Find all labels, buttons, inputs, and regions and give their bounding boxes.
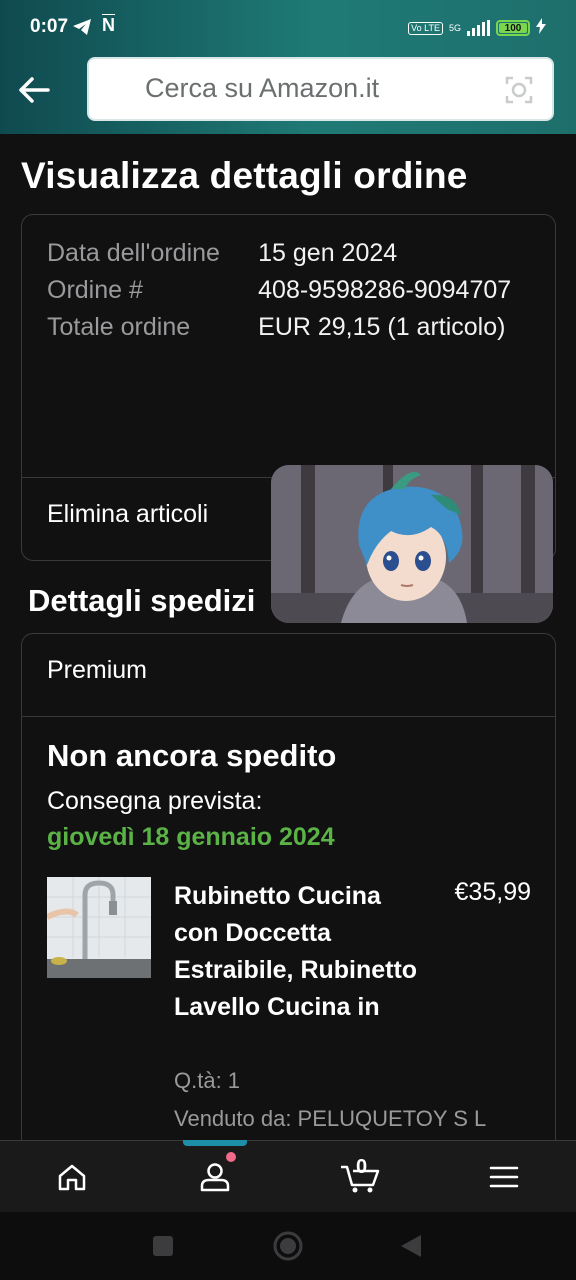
app-header: 0:07 N Vo LTE 5G 100 Cerca su Amazon.it <box>0 0 576 134</box>
divider <box>22 716 555 717</box>
delete-items-link[interactable]: Elimina articoli <box>47 500 208 529</box>
bottom-navigation <box>0 1140 576 1212</box>
order-date-label: Data dell'ordine <box>47 239 220 267</box>
recent-apps-icon[interactable] <box>152 1235 174 1261</box>
delivery-date: giovedì 18 gennaio 2024 <box>47 823 335 851</box>
network-type: 5G <box>448 22 461 33</box>
delivery-label: Consegna prevista: <box>47 787 263 815</box>
status-icons: Vo LTE 5G 100 <box>408 18 546 38</box>
menu-icon[interactable] <box>432 1141 576 1213</box>
order-date-value: 15 gen 2024 <box>258 239 398 267</box>
cart-count: 0 <box>356 1156 368 1178</box>
home-icon[interactable] <box>0 1141 144 1213</box>
search-input[interactable]: Cerca su Amazon.it <box>87 57 554 121</box>
status-time: 0:07 <box>30 16 69 37</box>
order-total-row: Totale ordine EUR 29,15 (1 articolo) <box>47 309 537 346</box>
product-title[interactable]: Rubinetto Cucina con Doccetta Estraibile… <box>174 878 424 1026</box>
order-number-value: 408-9598286-9094707 <box>258 276 512 304</box>
product-price: €35,99 <box>454 878 531 906</box>
telegram-icon <box>72 18 92 40</box>
order-number-label: Ordine # <box>47 276 143 304</box>
status-bar: 0:07 N Vo LTE 5G 100 <box>0 0 576 56</box>
camera-search-icon[interactable] <box>504 75 534 109</box>
product-seller: Venduto da: PELUQUETOY S L <box>174 1106 487 1131</box>
charging-icon <box>536 18 546 38</box>
volte-icon: Vo LTE <box>408 21 443 35</box>
active-tab-indicator <box>183 1140 247 1146</box>
account-icon[interactable] <box>143 1141 287 1213</box>
product-quantity: Q.tà: 1 <box>174 1068 241 1093</box>
system-navigation-bar <box>0 1212 576 1280</box>
order-total-label: Totale ordine <box>47 313 191 341</box>
shipment-status: Non ancora spedito <box>47 738 337 773</box>
page-title: Visualizza dettagli ordine <box>21 155 468 196</box>
shipping-card: Premium Non ancora spedito Consegna prev… <box>21 633 556 1153</box>
shipping-type: Premium <box>47 656 148 684</box>
home-button-icon[interactable] <box>272 1230 304 1266</box>
floating-video-player[interactable] <box>271 465 553 623</box>
shipping-section-title: Dettagli spedizi <box>28 583 256 618</box>
order-number-row: Ordine # 408-9598286-9094707 <box>47 272 537 309</box>
battery-icon: 100 <box>496 20 530 36</box>
order-total-value: EUR 29,15 (1 articolo) <box>258 313 506 341</box>
nfc-icon: N <box>102 15 115 35</box>
signal-icon <box>467 20 490 36</box>
back-button-icon[interactable] <box>400 1234 422 1262</box>
product-image[interactable] <box>47 877 151 978</box>
order-date-row: Data dell'ordine 15 gen 2024 <box>47 235 537 272</box>
search-placeholder: Cerca su Amazon.it <box>145 73 380 103</box>
notification-dot <box>226 1152 236 1162</box>
back-arrow-icon[interactable] <box>14 70 54 110</box>
